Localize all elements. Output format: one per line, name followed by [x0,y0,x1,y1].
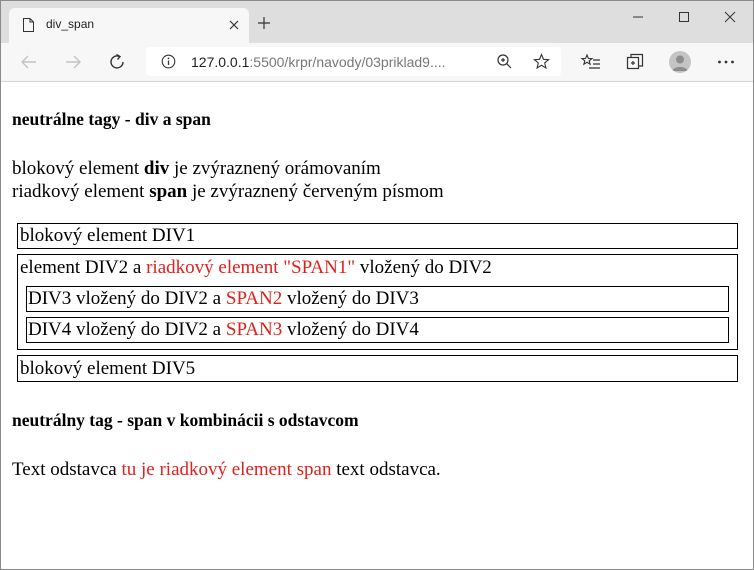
favorites-list-icon[interactable] [580,51,602,73]
div1-box: blokový element DIV1 [17,223,738,249]
paragraph-pre: Text odstavca [12,459,122,480]
browser-toolbar: 127.0.0.1:5500/krpr/navody/03priklad9...… [1,43,753,82]
minimize-button[interactable] [615,1,661,33]
div2-pre: element DIV2 a [20,257,147,278]
profile-avatar[interactable] [669,51,691,73]
back-icon[interactable] [18,51,40,73]
refresh-icon[interactable] [106,51,128,73]
intro-span-post: je zvýraznený červeným písmom [187,181,444,202]
div5-box: blokový element DIV5 [17,355,738,382]
intro-div-pre: blokový element [12,158,144,179]
intro-div-post: je zvýraznený orámovaním [169,158,381,179]
zoom-icon[interactable] [496,53,513,70]
paragraph: Text odstavca tu je riadkový element spa… [12,459,441,481]
intro-div-bold: div [143,158,170,179]
forward-icon[interactable] [62,51,84,73]
div4-post: vložený do DIV4 [282,319,419,340]
info-icon[interactable] [161,54,176,69]
favorite-star-icon[interactable] [533,53,550,70]
span2: SPAN2 [225,288,283,309]
div3-text: DIV3 vložený do DIV2 a SPAN2 vložený do … [28,288,419,310]
intro-span-pre: riadkový element [12,181,150,202]
maximize-button[interactable] [661,1,707,33]
tab-div-span[interactable]: div_span [9,8,249,43]
div4-text: DIV4 vložený do DIV2 a SPAN3 vložený do … [28,319,419,341]
close-window-button[interactable] [707,1,753,33]
maximize-icon [679,12,689,22]
url-text: 127.0.0.1:5500/krpr/navody/03priklad9...… [191,54,446,70]
paragraph-span: tu je riadkový element span [121,459,332,480]
close-tab-icon[interactable] [227,18,241,32]
div4-pre: DIV4 vložený do DIV2 a [28,319,226,340]
tab-title: div_span [46,17,95,31]
minimize-icon [633,16,643,18]
tab-strip: div_span [1,1,753,43]
paragraph-post: text odstavca. [331,459,441,480]
url-path: :5500/krpr/navody/03priklad9.... [249,54,446,70]
div2-post: vložený do DIV2 [355,257,492,278]
page-icon [23,18,34,32]
div3-post: vložený do DIV3 [282,288,419,309]
div3-box: DIV3 vložený do DIV2 a SPAN2 vložený do … [26,286,729,312]
heading-div-span: neutrálne tagy - div a span [12,109,211,129]
address-bar[interactable]: 127.0.0.1:5500/krpr/navody/03priklad9...… [146,47,561,76]
span3: SPAN3 [225,319,283,340]
div2-text: element DIV2 a riadkový element "SPAN1" … [20,257,492,279]
url-host: 127.0.0.1 [191,54,250,70]
div2-box: element DIV2 a riadkový element "SPAN1" … [17,254,738,350]
intro-line-span: riadkový element span je zvýraznený červ… [12,181,444,203]
div4-box: DIV4 vložený do DIV2 a SPAN3 vložený do … [26,317,729,343]
new-tab-icon[interactable] [257,16,271,30]
browser-window: div_span 127.0.0.1:5500/krpr/navody/03pr… [0,0,754,570]
close-window-icon [724,11,736,23]
page-content: neutrálne tagy - div a span blokový elem… [1,82,753,569]
intro-line-div: blokový element div je zvýraznený orámov… [12,158,381,180]
div1-text: blokový element DIV1 [20,225,196,246]
div3-pre: DIV3 vložený do DIV2 a [28,288,226,309]
collections-icon[interactable] [624,51,646,73]
intro-span-bold: span [149,181,188,202]
heading-span-paragraph: neutrálny tag - span v kombinácii s odst… [12,410,359,430]
div5-text: blokový element DIV5 [20,358,196,379]
person-icon [672,55,688,71]
span1: riadkový element "SPAN1" [146,257,356,278]
more-menu-icon[interactable] [715,51,737,73]
